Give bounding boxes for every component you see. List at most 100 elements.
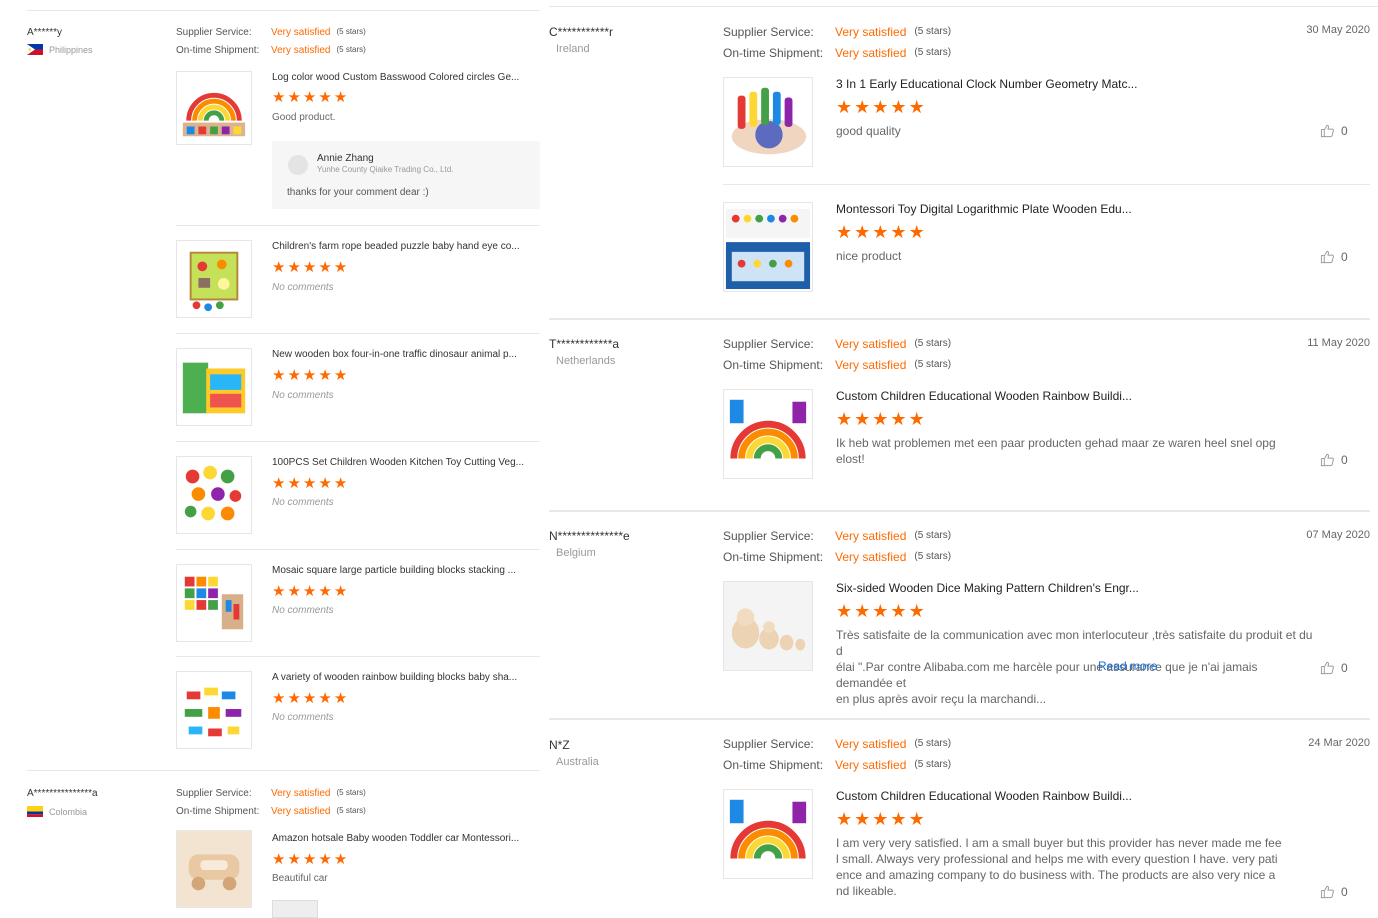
star-icon: ★ (287, 89, 301, 106)
like-button[interactable]: 0 (1320, 884, 1348, 899)
avatar (288, 155, 308, 175)
star-icon: ★ (272, 851, 286, 868)
star-icon: ★ (890, 222, 907, 242)
review-photo-thumbnail[interactable] (272, 900, 318, 918)
supplier-service-rating: Supplier Service: Very satisfied (5 star… (723, 737, 951, 751)
product-title-link[interactable]: A variety of wooden rainbow building blo… (272, 672, 517, 683)
product-title-link[interactable]: Montessori Toy Digital Logarithmic Plate… (836, 202, 1132, 216)
reviewer-name: C***********r (549, 25, 614, 39)
product-title-link[interactable]: Mosaic square large particle building bl… (272, 565, 516, 576)
shipment-label: On-time Shipment: (723, 358, 824, 372)
reply-text: thanks for your comment dear :) (287, 187, 429, 198)
product-image-rainbow-circles[interactable] (176, 71, 252, 145)
colombia-flag-icon (27, 806, 43, 817)
reviewer-name: A******y (27, 27, 63, 38)
star-icon: ★ (302, 367, 317, 384)
product-title-link[interactable]: 3 In 1 Early Educational Clock Number Ge… (836, 77, 1137, 91)
product-image-kitchen-toy[interactable] (176, 456, 252, 534)
star-icon: ★ (302, 89, 317, 106)
shipment-count: (5 stars) (914, 47, 952, 58)
product-rating-stars: ★ ★ ★ ★ ★ (272, 850, 347, 868)
product-image-wooden-box[interactable] (176, 348, 252, 426)
supplier-service-count: (5 stars) (336, 27, 366, 36)
reviewer-country: Belgium (556, 547, 596, 559)
thumbs-up-icon (1320, 250, 1334, 264)
star-icon: ★ (287, 851, 301, 868)
supplier-service-count: (5 stars) (914, 530, 952, 541)
star-icon: ★ (333, 690, 348, 707)
star-icon: ★ (908, 222, 925, 242)
star-icon: ★ (272, 259, 286, 276)
star-icon: ★ (854, 97, 871, 117)
supplier-service-rating: Supplier Service: Very satisfied (5 star… (176, 788, 366, 799)
review-comment: Beautiful car (272, 873, 328, 884)
product-image-mosaic-blocks[interactable] (176, 564, 252, 642)
like-button[interactable]: 0 (1320, 249, 1348, 264)
supplier-service-value: Very satisfied (835, 337, 907, 351)
product-image-rainbow-blocks[interactable] (176, 671, 252, 749)
product-image-rainbow-building[interactable] (723, 389, 813, 479)
star-icon: ★ (872, 222, 889, 242)
comment-line: elost! (836, 452, 865, 466)
review-date: 11 May 2020 (1307, 337, 1370, 349)
star-icon: ★ (836, 409, 853, 429)
product-image-toddler-car[interactable] (176, 830, 252, 908)
product-image-wooden-dice[interactable] (723, 581, 813, 671)
star-icon: ★ (836, 809, 853, 829)
star-icon: ★ (908, 97, 925, 117)
product-image-farm-puzzle[interactable] (176, 240, 252, 318)
product-rating-stars: ★ ★ ★ ★ ★ (836, 601, 925, 622)
star-icon: ★ (318, 475, 332, 492)
star-icon: ★ (287, 690, 301, 707)
product-title-link[interactable]: Amazon hotsale Baby wooden Toddler car M… (272, 833, 519, 844)
review-comment: nice product (836, 249, 902, 263)
star-icon: ★ (872, 601, 889, 621)
star-icon: ★ (287, 367, 301, 384)
product-title-link[interactable]: Log color wood Custom Basswood Colored c… (272, 72, 519, 83)
supplier-service-value: Very satisfied (835, 737, 907, 751)
product-rating-stars: ★ ★ ★ ★ ★ (272, 88, 347, 106)
review-date: 24 Mar 2020 (1308, 737, 1370, 749)
product-image-rainbow-building[interactable] (723, 789, 813, 879)
product-image-logarithmic-plate[interactable] (723, 202, 813, 292)
supplier-service-label: Supplier Service: (723, 337, 814, 351)
read-more-link[interactable]: Read more (1098, 659, 1157, 673)
product-rating-stars: ★ ★ ★ ★ ★ (272, 366, 347, 384)
star-icon: ★ (318, 690, 332, 707)
thumbs-up-icon (1320, 124, 1334, 138)
review-date: 07 May 2020 (1306, 529, 1370, 541)
supplier-service-rating: Supplier Service: Very satisfied (5 star… (176, 27, 366, 38)
product-title-link[interactable]: Custom Children Educational Wooden Rainb… (836, 789, 1132, 803)
product-title-link[interactable]: Custom Children Educational Wooden Rainb… (836, 389, 1132, 403)
supplier-service-label: Supplier Service: (176, 27, 252, 38)
like-button[interactable]: 0 (1320, 123, 1348, 138)
product-rating-stars: ★ ★ ★ ★ ★ (272, 582, 347, 600)
star-icon: ★ (287, 475, 301, 492)
star-icon: ★ (836, 601, 853, 621)
reply-author: Annie Zhang (317, 153, 374, 164)
shipment-count: (5 stars) (336, 806, 366, 815)
product-title-link[interactable]: New wooden box four-in-one traffic dinos… (272, 349, 517, 360)
product-title-link[interactable]: 100PCS Set Children Wooden Kitchen Toy C… (272, 457, 524, 468)
product-title-link[interactable]: Children's farm rope beaded puzzle baby … (272, 241, 520, 252)
star-icon: ★ (854, 409, 871, 429)
star-icon: ★ (908, 809, 925, 829)
review-comment: No comments (272, 497, 334, 508)
reviewer-name: N*Z (549, 738, 570, 752)
shipment-rating: On-time Shipment: Very satisfied (5 star… (723, 358, 951, 372)
star-icon: ★ (272, 690, 286, 707)
shipment-rating: On-time Shipment: Very satisfied (5 star… (723, 758, 951, 772)
shipment-value: Very satisfied (835, 550, 907, 564)
star-icon: ★ (908, 601, 925, 621)
product-title-link[interactable]: Six-sided Wooden Dice Making Pattern Chi… (836, 581, 1139, 595)
shipment-count: (5 stars) (914, 551, 952, 562)
product-rating-stars: ★ ★ ★ ★ ★ (836, 809, 925, 830)
like-button[interactable]: 0 (1320, 660, 1348, 675)
comment-line: nd likeable. (836, 884, 897, 898)
star-icon: ★ (872, 97, 889, 117)
shipment-value: Very satisfied (835, 758, 907, 772)
star-icon: ★ (287, 583, 301, 600)
like-button[interactable]: 0 (1320, 452, 1348, 467)
reply-company: Yunhe County Qiaike Trading Co., Ltd. (317, 165, 454, 174)
product-image-clock-toy[interactable] (723, 77, 813, 167)
